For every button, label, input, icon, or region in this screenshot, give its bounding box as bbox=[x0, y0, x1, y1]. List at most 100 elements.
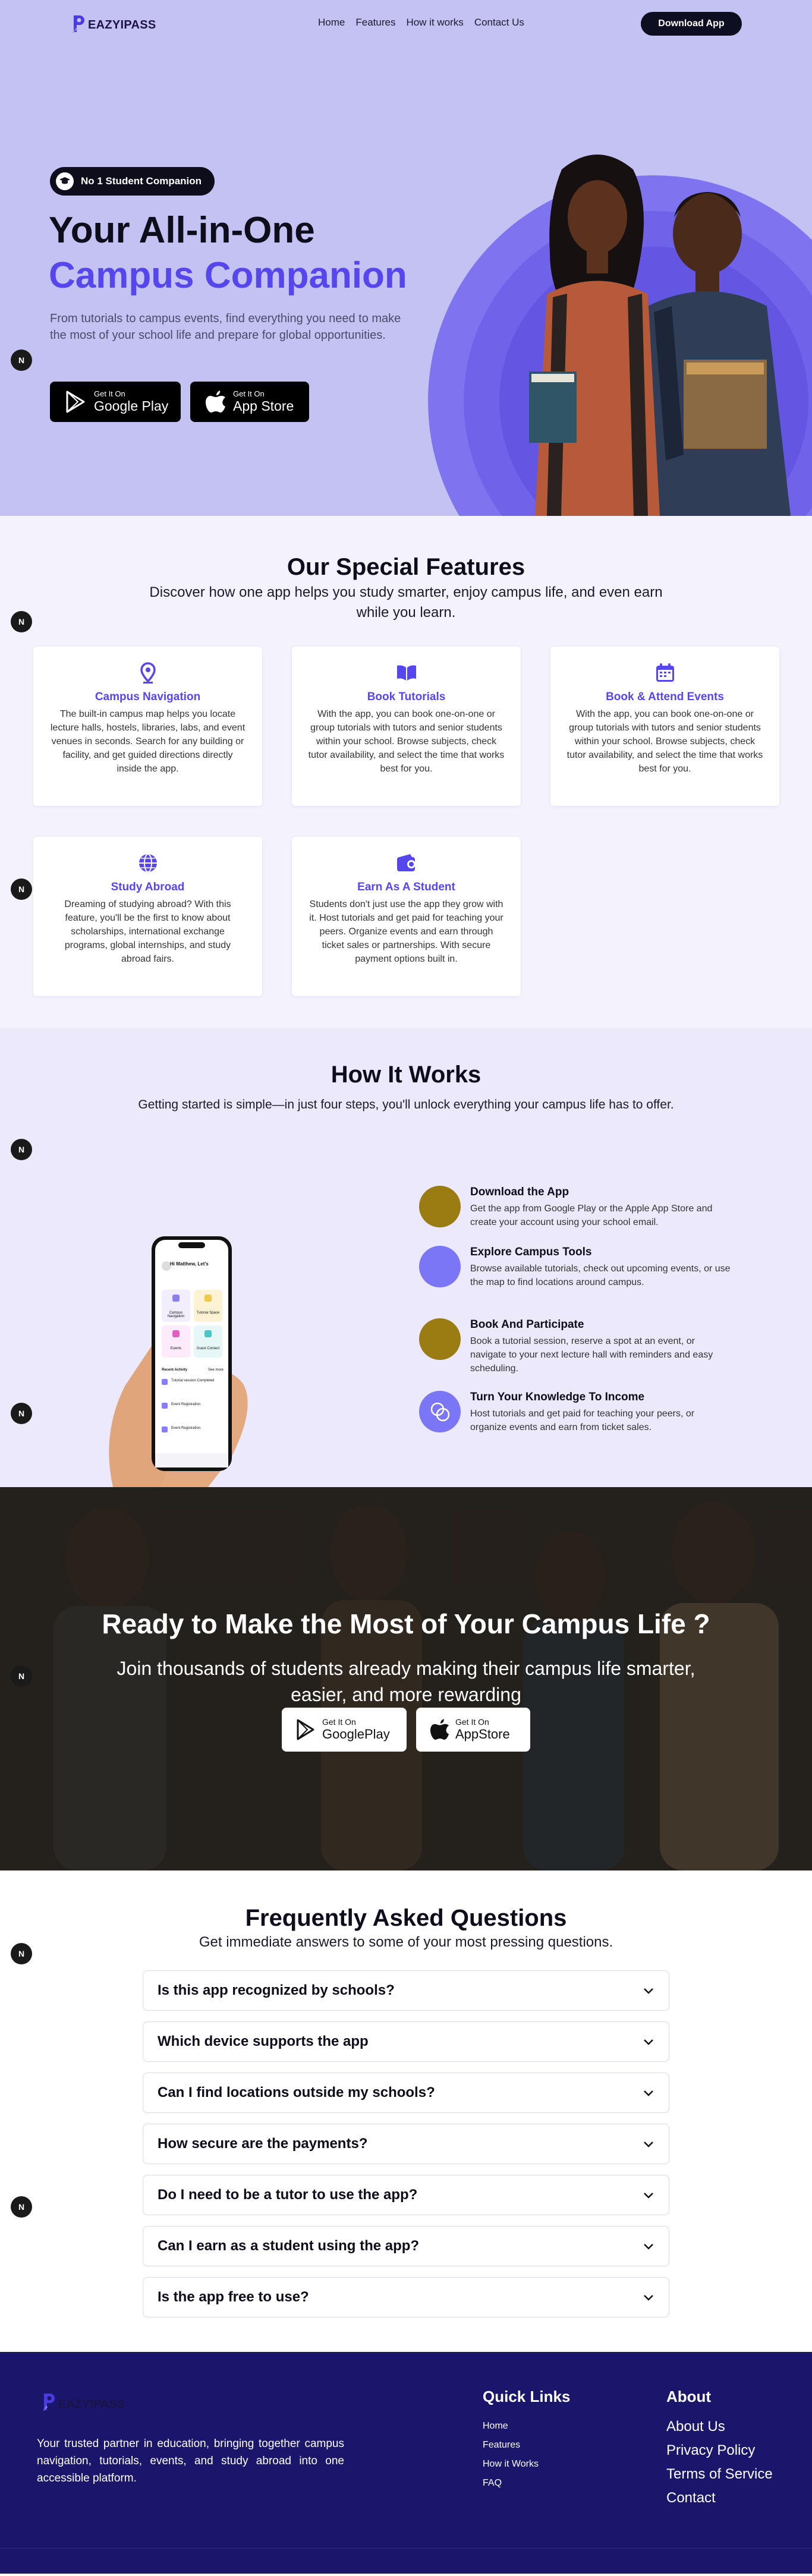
how-it-works-section: How It Works Getting started is simple—i… bbox=[0, 1028, 812, 1487]
cta-google-play-button[interactable]: Get It On GooglePlay bbox=[282, 1708, 407, 1752]
hero-badge: No 1 Student Companion bbox=[50, 167, 215, 196]
feature-card-desc: With the app, you can book one-on-one or… bbox=[566, 709, 763, 774]
hero-title: Your All-in-One Campus Companion bbox=[49, 208, 407, 298]
footer-link-faq[interactable]: FAQ bbox=[483, 2478, 502, 2489]
how-title: How It Works bbox=[331, 1062, 481, 1088]
nav-how-it-works[interactable]: How it works bbox=[406, 17, 463, 29]
faq-title: Frequently Asked Questions bbox=[245, 1905, 567, 1931]
floating-n-badge[interactable]: N bbox=[11, 2196, 32, 2218]
cta-google-small: Get It On bbox=[322, 1717, 356, 1727]
chevron-down-icon bbox=[644, 2039, 653, 2045]
floating-n-badge[interactable]: N bbox=[11, 1943, 32, 1964]
floating-n-badge[interactable]: N bbox=[11, 878, 32, 900]
features-section: Our Special Features Discover how one ap… bbox=[0, 516, 812, 1028]
floating-n-badge[interactable]: N bbox=[11, 1665, 32, 1687]
phone-tile: Campus Navigation bbox=[167, 1311, 185, 1318]
faq-question: Which device supports the app bbox=[158, 2033, 369, 2049]
floating-n-badge[interactable]: N bbox=[11, 349, 32, 371]
step-title: Book And Participate bbox=[470, 1318, 584, 1331]
faq-question: Can I earn as a student using the app? bbox=[158, 2238, 420, 2254]
calendar-icon bbox=[653, 661, 677, 685]
cta-subtitle: Join thousands of students already makin… bbox=[117, 1658, 695, 1705]
faq-question: How secure are the payments? bbox=[158, 2136, 368, 2152]
footer-link-features[interactable]: Features bbox=[483, 2440, 520, 2451]
site-header: EAZYIPASS Home Features How it works Con… bbox=[0, 0, 812, 48]
about-title: About bbox=[666, 2388, 712, 2405]
floating-n-badge[interactable]: N bbox=[11, 1403, 32, 1424]
globe-icon bbox=[136, 851, 160, 875]
chevron-down-icon bbox=[644, 1988, 653, 1994]
footer-link-home[interactable]: Home bbox=[483, 2421, 508, 2432]
step-explore-campus-tools: Explore Campus Tools Browse available tu… bbox=[419, 1246, 731, 1311]
brand-logo[interactable]: EAZYIPASS bbox=[71, 13, 156, 33]
footer-description: Your trusted partner in education, bring… bbox=[37, 2438, 344, 2484]
phone-greeting: Hi Matthew, Let's bbox=[170, 1261, 209, 1267]
faq-item[interactable]: Do I need to be a tutor to use the app? bbox=[143, 2175, 669, 2215]
features-subtitle: Discover how one app helps you study sma… bbox=[149, 584, 663, 621]
feature-card-book-tutorials[interactable]: Book Tutorials With the app, you can boo… bbox=[292, 647, 521, 806]
step-turn-knowledge-to-income: Turn Your Knowledge To Income Host tutor… bbox=[419, 1391, 698, 1444]
nav-features[interactable]: Features bbox=[355, 17, 395, 29]
faq-item[interactable]: Can I find locations outside my schools? bbox=[143, 2073, 669, 2113]
how-subtitle: Getting started is simple—in just four s… bbox=[138, 1098, 674, 1111]
feature-card-study-abroad[interactable]: Study Abroad Dreaming of studying abroad… bbox=[33, 837, 262, 996]
graduation-cap-icon bbox=[56, 172, 74, 190]
floating-n-badge[interactable]: N bbox=[11, 611, 32, 632]
main-nav: Home Features How it works Contact Us bbox=[318, 17, 524, 29]
apple-icon bbox=[430, 1719, 449, 1740]
footer-link-about-us[interactable]: About Us bbox=[666, 2418, 725, 2435]
faq-item[interactable]: Can I earn as a student using the app? bbox=[143, 2226, 669, 2266]
faq-subtitle: Get immediate answers to some of your mo… bbox=[199, 1934, 613, 1950]
coins-icon bbox=[430, 1402, 450, 1422]
nav-home[interactable]: Home bbox=[318, 17, 345, 29]
phone-recent-label: Recent Activity bbox=[162, 1368, 188, 1372]
phone-activity-item: Tutorial session Completed bbox=[171, 1379, 215, 1383]
faq-item[interactable]: Which device supports the app bbox=[143, 2021, 669, 2062]
cta-google-big: GooglePlay bbox=[322, 1727, 390, 1742]
phone-see-all: See more bbox=[208, 1368, 224, 1372]
footer-brand-logo[interactable]: EAZYIPASS bbox=[42, 2391, 125, 2411]
phone-tile: Tutorial Space bbox=[196, 1311, 220, 1315]
floating-n-badge[interactable]: N bbox=[11, 1139, 32, 1160]
chevron-down-icon bbox=[644, 2295, 653, 2301]
cta-app-store-button[interactable]: Get It On AppStore bbox=[416, 1708, 530, 1752]
footer-divider bbox=[0, 2548, 812, 2549]
step-desc: Get the app from Google Play or the Appl… bbox=[470, 1204, 713, 1227]
faq-item[interactable]: Is this app recognized by schools? bbox=[143, 1970, 669, 2011]
nav-contact-us[interactable]: Contact Us bbox=[474, 17, 524, 29]
faq-question: Is the app free to use? bbox=[158, 2289, 309, 2305]
hero-students-illustration bbox=[529, 155, 791, 516]
download-app-button[interactable]: Download App bbox=[641, 12, 742, 36]
app-store-button[interactable]: Get It On App Store bbox=[190, 382, 309, 422]
phone-tile: Guest Contact bbox=[196, 1347, 220, 1350]
step-marker bbox=[419, 1318, 461, 1360]
cta-section: N Ready to Make the Most of Your Campus … bbox=[0, 1487, 812, 1870]
google-play-button[interactable]: Get It On Google Play bbox=[50, 382, 181, 422]
logo-icon bbox=[43, 2394, 55, 2411]
logo-icon bbox=[73, 15, 84, 33]
step-desc: Browse available tutorials, check out up… bbox=[470, 1264, 731, 1287]
app-store-big: App Store bbox=[233, 398, 294, 414]
step-marker bbox=[419, 1186, 461, 1227]
footer-link-privacy-policy[interactable]: Privacy Policy bbox=[666, 2442, 755, 2459]
footer-link-how-it-works[interactable]: How it Works bbox=[483, 2459, 539, 2470]
footer-link-contact[interactable]: Contact bbox=[666, 2490, 716, 2506]
hero-section: No 1 Student Companion Your All-in-One C… bbox=[0, 0, 812, 516]
feature-card-earn-as-student[interactable]: Earn As A Student Students don't just us… bbox=[292, 837, 521, 996]
map-pin-icon bbox=[136, 661, 160, 685]
faq-item[interactable]: Is the app free to use? bbox=[143, 2277, 669, 2317]
hero-title-line2: Campus Companion bbox=[49, 255, 407, 296]
feature-card-desc: Students don't just use the app they gro… bbox=[309, 899, 503, 964]
brand-name: EAZYIPASS bbox=[88, 18, 156, 32]
feature-card-title: Book & Attend Events bbox=[606, 691, 724, 703]
chevron-down-icon bbox=[644, 2090, 653, 2096]
phone-tile: Events bbox=[170, 1347, 182, 1350]
feature-card-book-attend-events[interactable]: Book & Attend Events With the app, you c… bbox=[550, 647, 779, 806]
faq-item[interactable]: How secure are the payments? bbox=[143, 2124, 669, 2164]
footer-brand-name: EAZYIPASS bbox=[58, 2398, 125, 2411]
feature-card-title: Campus Navigation bbox=[95, 691, 201, 703]
step-book-and-participate: Book And Participate Book a tutorial ses… bbox=[419, 1318, 713, 1384]
footer-link-terms[interactable]: Terms of Service bbox=[666, 2466, 773, 2483]
cta-apple-small: Get It On bbox=[455, 1717, 489, 1727]
feature-card-campus-navigation[interactable]: Campus Navigation The built-in campus ma… bbox=[33, 647, 262, 806]
